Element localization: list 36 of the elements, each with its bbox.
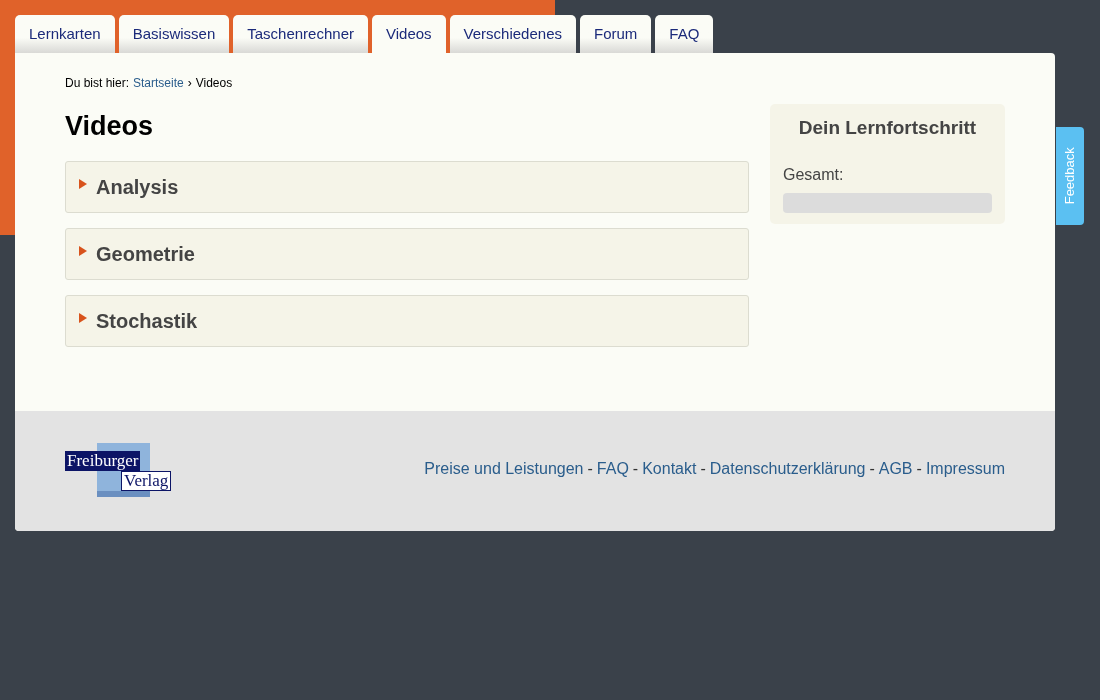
footer-link[interactable]: Kontakt — [642, 456, 697, 481]
breadcrumb-current: Videos — [195, 75, 233, 92]
logo-text: Freiburger — [65, 450, 141, 471]
nav-tab[interactable]: Basiswissen — [118, 15, 230, 53]
section-title: Stochastik — [96, 308, 198, 334]
footer-link[interactable]: Datenschutzerklärung — [709, 456, 866, 481]
footer-link[interactable]: AGB — [878, 456, 913, 481]
footer-link[interactable]: Impressum — [925, 456, 1005, 481]
accordion-section[interactable]: Stochastik — [65, 294, 749, 347]
caret-right-icon — [78, 178, 88, 189]
nav-tab[interactable]: Verschiedenes — [449, 15, 576, 53]
footer-link[interactable]: Preise und Leistungen — [424, 456, 584, 481]
accordion-section[interactable]: Geometrie — [65, 227, 749, 280]
nav-tab[interactable]: Videos — [372, 15, 446, 53]
breadcrumb-link[interactable]: Startseite — [133, 74, 184, 92]
section-title: Geometrie — [96, 241, 195, 267]
link-separator: - — [700, 458, 706, 479]
page-heading: Videos — [65, 110, 155, 143]
caret-right-icon — [78, 312, 88, 323]
footer-link[interactable]: FAQ — [596, 456, 629, 481]
link-separator: - — [632, 458, 639, 479]
breadcrumb-label: Du bist hier: — [65, 75, 130, 92]
nav-tab[interactable]: FAQ — [655, 15, 714, 53]
link-separator: - — [587, 458, 593, 479]
section-title: Analysis — [96, 174, 179, 200]
link-separator: - — [869, 458, 875, 479]
progress-label: Gesamt: — [783, 164, 845, 185]
breadcrumb-separator: › — [187, 75, 192, 92]
nav-tab[interactable]: Taschenrechner — [233, 15, 368, 53]
logo-text: Verlag — [121, 470, 172, 491]
nav-tab[interactable]: Forum — [580, 15, 652, 53]
link-separator: - — [916, 458, 922, 479]
progress-title: Dein Lernfortschritt — [797, 116, 978, 140]
accordion-section[interactable]: Analysis — [65, 160, 749, 213]
nav-tab[interactable]: Lernkarten — [15, 15, 115, 53]
caret-right-icon — [78, 245, 88, 256]
